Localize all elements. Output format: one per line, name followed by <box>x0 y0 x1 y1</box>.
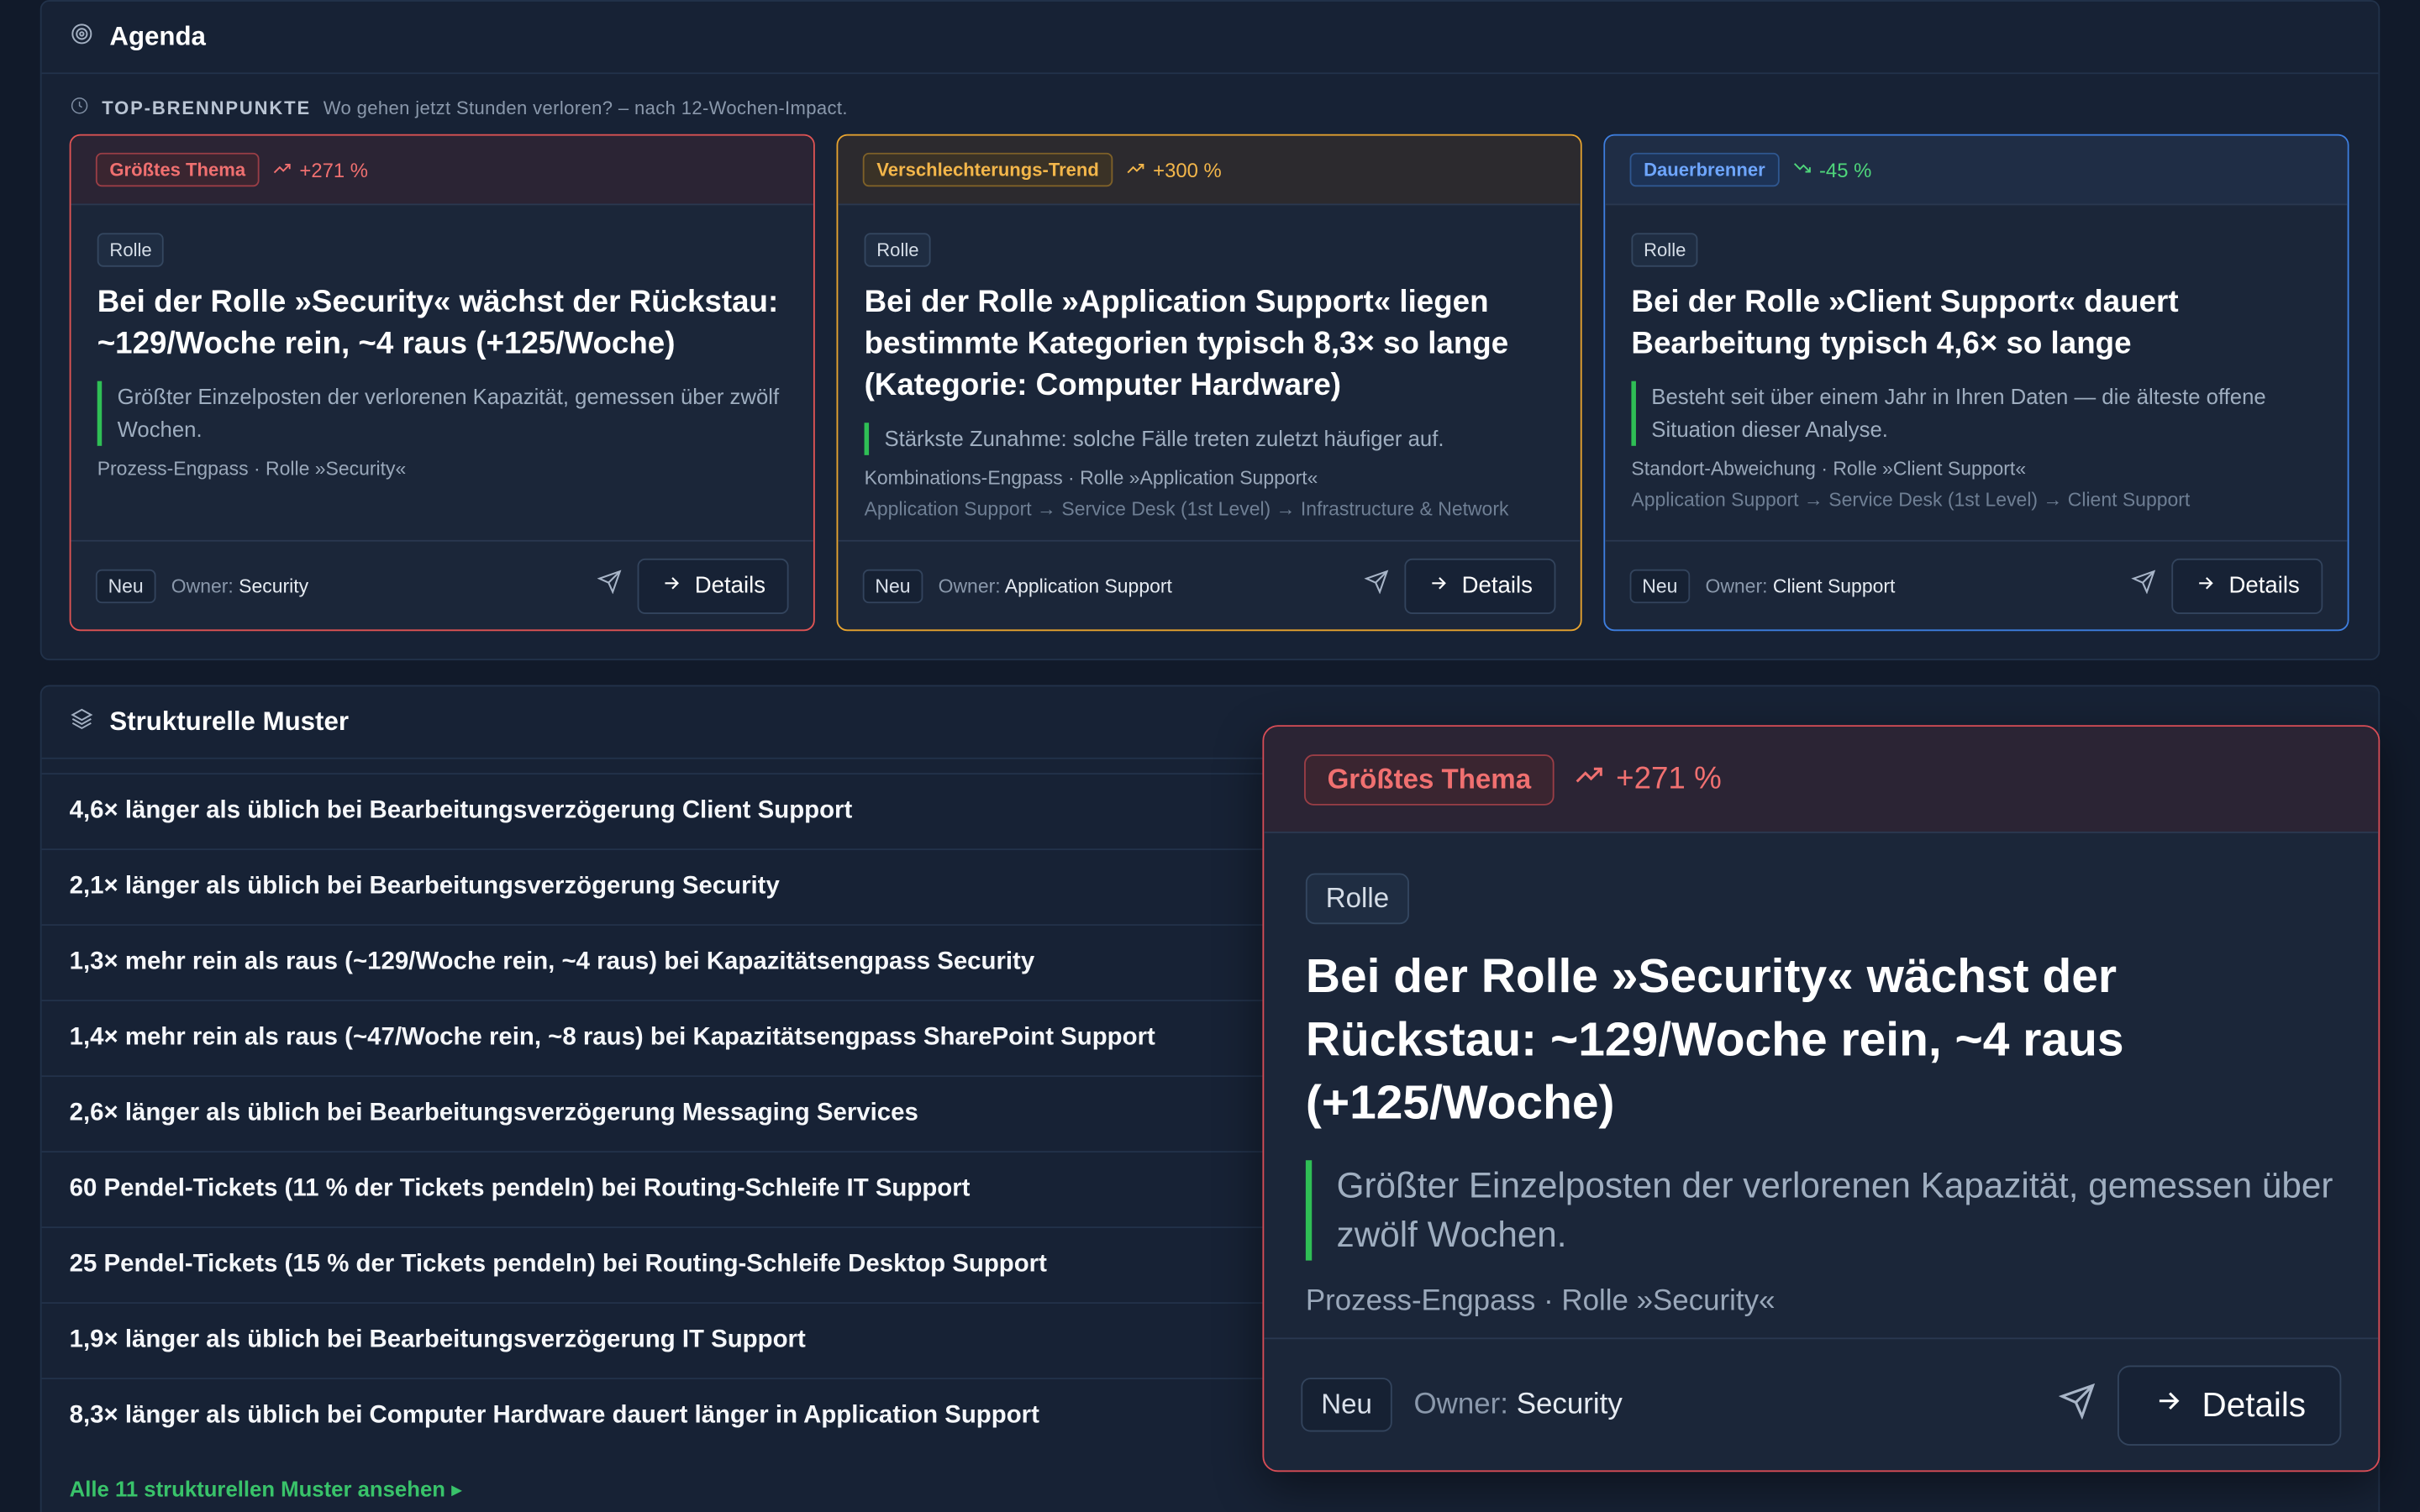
card-body: Rolle Bei der Rolle »Application Support… <box>838 205 1580 520</box>
overlay-tag: Größtes Thema <box>1304 753 1555 805</box>
owner-label: Owner: <box>171 575 234 596</box>
arrow-right-icon <box>1428 572 1449 600</box>
all-patterns-link[interactable]: Alle 11 strukturellen Muster ansehen ▸ <box>70 1477 462 1503</box>
card-body: Rolle Bei der Rolle »Client Support« dau… <box>1605 205 2347 511</box>
overlay-trend-value: +271 % <box>1616 761 1722 795</box>
agenda-subline: TOP-BRENNPUNKTE Wo gehen jetzt Stunden v… <box>42 74 2379 120</box>
owner: Owner: Client Support <box>1705 575 1895 596</box>
card-tag: Verschlechterungs-Trend <box>862 152 1113 187</box>
owner-value: Security <box>239 575 309 596</box>
details-label: Details <box>2228 572 2300 599</box>
overlay-details-label: Details <box>2202 1384 2307 1424</box>
trend-value: -45 % <box>1818 158 1872 181</box>
overlay-body: Rolle Bei der Rolle »Security« wächst de… <box>1264 833 2378 1320</box>
card-meta: Standort-Abweichung · Rolle »Client Supp… <box>1631 458 2027 480</box>
card-footer: Neu Owner: Security Details <box>71 539 813 630</box>
owner-value: Application Support <box>1004 575 1172 596</box>
overlay-owner-label: Owner: <box>1413 1388 1509 1420</box>
card-meta: Prozess-Engpass · Rolle »Security« <box>97 458 407 480</box>
overlay-meta: Prozess-Engpass · Rolle »Security« <box>1305 1285 1776 1318</box>
send-icon[interactable] <box>2058 1383 2096 1427</box>
card-meta: Kombinations-Engpass · Rolle »Applicatio… <box>864 467 1318 490</box>
clock-icon <box>70 96 90 120</box>
status-badge: Neu <box>1629 568 1691 603</box>
owner: Owner: Application Support <box>939 575 1172 596</box>
layers-icon <box>70 706 94 738</box>
canvas: Agenda TOP-BRENNPUNKTE Wo gehen jetzt St… <box>0 0 2420 1512</box>
status-badge: Neu <box>95 568 156 603</box>
card-footer: Neu Owner: Application Support Details <box>838 539 1581 630</box>
trend: +300 % <box>1125 156 1222 182</box>
role-pill: Rolle <box>1631 233 1699 267</box>
card-top: Größtes Thema +271 % <box>71 135 813 206</box>
subline-text: Wo gehen jetzt Stunden verloren? – nach … <box>323 97 848 119</box>
owner: Owner: Security <box>171 575 308 596</box>
agenda-cards: Größtes Thema +271 % Rolle Bei der Rolle… <box>69 134 2349 632</box>
details-label: Details <box>1461 572 1533 599</box>
role-pill: Rolle <box>864 233 932 267</box>
overlay-trend: +271 % <box>1573 758 1722 801</box>
details-label: Details <box>694 572 766 599</box>
arrow-right-icon <box>660 572 682 600</box>
overlay-owner-value: Security <box>1516 1388 1623 1420</box>
owner-label: Owner: <box>1705 575 1768 596</box>
overlay-top: Größtes Thema +271 % <box>1264 727 2379 833</box>
trend: -45 % <box>1791 156 1871 182</box>
role-pill: Rolle <box>97 233 165 267</box>
card-tag: Dauerbrenner <box>1629 152 1780 187</box>
subline-label: TOP-BRENNPUNKTE <box>102 97 312 119</box>
card-tag: Größtes Thema <box>95 152 260 187</box>
overlay-footer: Neu Owner: Security Details <box>1264 1337 2379 1470</box>
trend-down-icon <box>1791 156 1813 182</box>
send-icon[interactable] <box>2131 570 2156 602</box>
arrow-right-icon <box>2153 1384 2184 1425</box>
card-body: Rolle Bei der Rolle »Security« wächst de… <box>71 205 813 480</box>
trend-value: +300 % <box>1153 158 1222 181</box>
agenda-card-2[interactable]: Verschlechterungs-Trend +300 % Rolle Bei… <box>836 134 1582 632</box>
card-footer: Neu Owner: Client Support Details <box>1605 539 2348 630</box>
trend-value: +271 % <box>299 158 369 181</box>
arrow-right-icon <box>2195 572 2217 600</box>
card-quote: Stärkste Zunahme: solche Fälle treten zu… <box>864 423 1555 455</box>
agenda-title: Agenda <box>109 21 206 51</box>
overlay-owner: Owner: Security <box>1414 1388 1623 1421</box>
card-title: Bei der Rolle »Client Support« dauert Be… <box>1631 285 2179 361</box>
trend-up-icon <box>1125 156 1147 182</box>
overlay-quote: Größter Einzelposten der verlorenen Kapa… <box>1305 1159 2337 1261</box>
target-icon <box>70 21 94 54</box>
overlay-role-pill: Rolle <box>1305 873 1409 925</box>
owner-label: Owner: <box>938 575 1001 596</box>
card-route: Application Support → Service Desk (1st … <box>1631 489 2191 511</box>
owner-value: Client Support <box>1772 575 1896 596</box>
agenda-header: Agenda <box>41 2 2379 75</box>
details-button[interactable]: Details <box>637 557 789 614</box>
card-title: Bei der Rolle »Security« wächst der Rück… <box>97 285 779 361</box>
agenda-section: Agenda TOP-BRENNPUNKTE Wo gehen jetzt St… <box>39 0 2381 661</box>
overlay-title: Bei der Rolle »Security« wächst der Rück… <box>1305 948 2124 1130</box>
trend-up-icon <box>271 156 293 182</box>
overlay-details-button[interactable]: Details <box>2117 1364 2342 1446</box>
featured-card-overlay[interactable]: Größtes Thema +271 % Rolle Bei der Rolle… <box>1262 725 2381 1473</box>
agenda-card-1[interactable]: Größtes Thema +271 % Rolle Bei der Rolle… <box>69 134 815 632</box>
status-badge: Neu <box>862 568 923 603</box>
overlay-status-badge: Neu <box>1301 1378 1392 1432</box>
patterns-title: Strukturelle Muster <box>109 706 349 737</box>
details-button[interactable]: Details <box>1404 557 1556 614</box>
card-route: Application Support → Service Desk (1st … <box>864 498 1509 520</box>
card-title: Bei der Rolle »Application Support« lieg… <box>864 285 1509 403</box>
card-quote: Besteht seit über einem Jahr in Ihren Da… <box>1631 381 2321 446</box>
send-icon[interactable] <box>1364 570 1389 602</box>
card-top: Dauerbrenner -45 % <box>1605 135 2348 206</box>
trend: +271 % <box>271 156 368 182</box>
details-button[interactable]: Details <box>2171 557 2323 614</box>
card-top: Verschlechterungs-Trend +300 % <box>838 135 1581 206</box>
card-quote: Größter Einzelposten der verlorenen Kapa… <box>97 381 787 446</box>
agenda-card-3[interactable]: Dauerbrenner -45 % Rolle Bei der Rolle »… <box>1603 134 2349 632</box>
trend-up-icon <box>1573 758 1607 801</box>
send-icon[interactable] <box>597 570 622 602</box>
